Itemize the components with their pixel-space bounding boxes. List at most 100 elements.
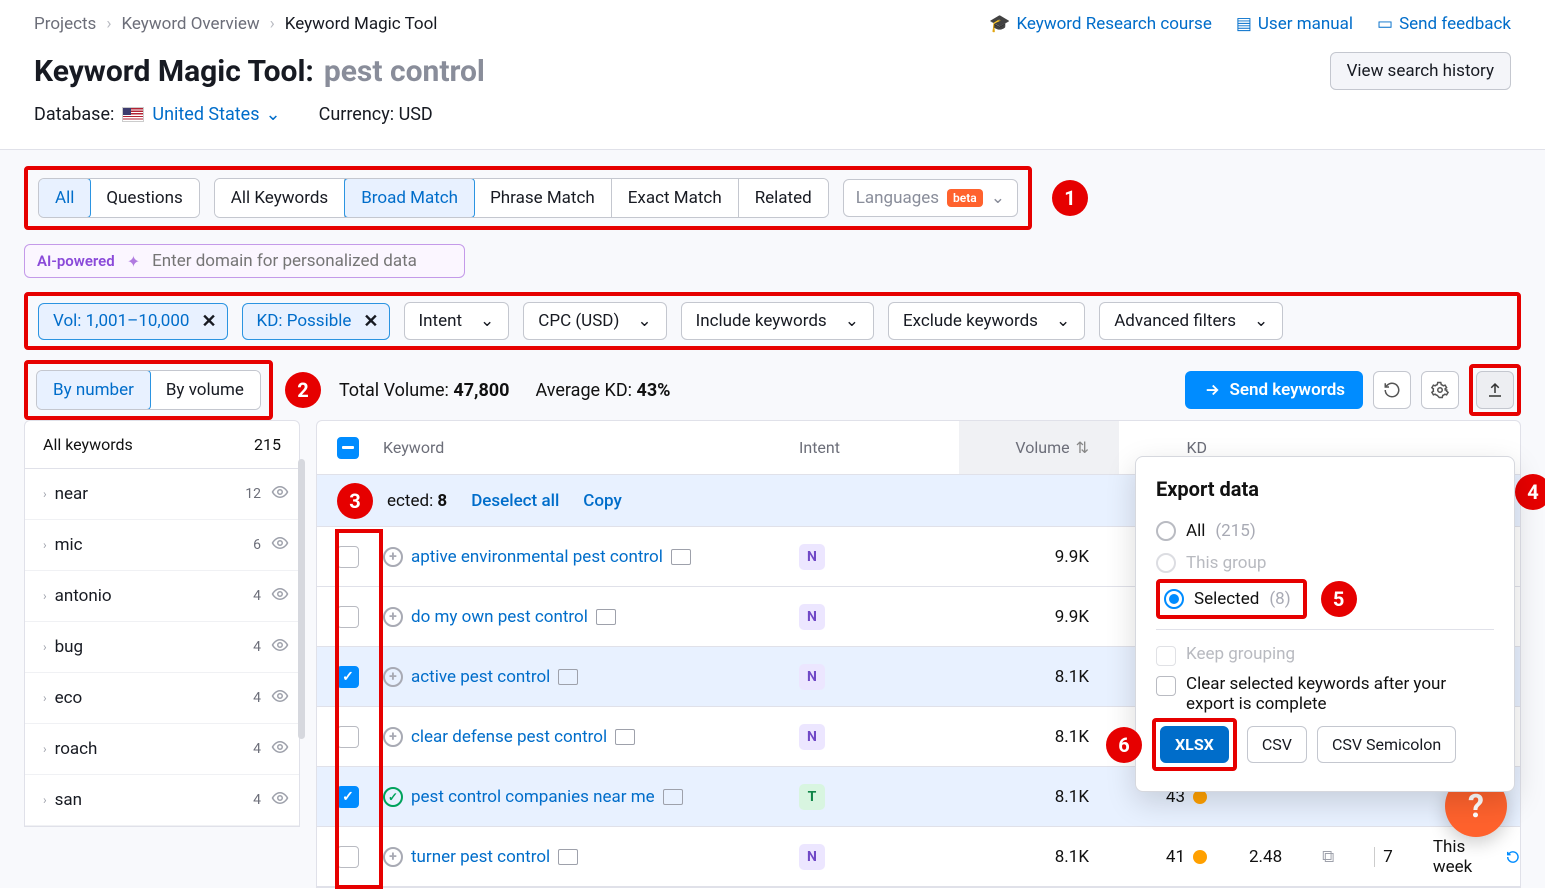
plus-circle-icon[interactable]: + [383, 727, 403, 747]
view-search-history-button[interactable]: View search history [1330, 52, 1511, 90]
copy-link[interactable]: Copy [583, 491, 622, 511]
book-icon: ▤ [1236, 14, 1252, 34]
settings-button[interactable] [1421, 371, 1459, 409]
eye-icon[interactable] [271, 687, 289, 709]
serp-icon[interactable] [663, 789, 683, 805]
tab-all-keywords[interactable]: All Keywords [215, 179, 345, 217]
database-selector[interactable]: Database: United States ⌄ [34, 104, 281, 125]
keyword-link[interactable]: clear defense pest control [411, 727, 607, 747]
row-checkbox[interactable] [337, 846, 359, 868]
eye-icon[interactable] [271, 534, 289, 556]
keyword-link[interactable]: turner pest control [411, 847, 550, 867]
serp-icon[interactable] [558, 669, 578, 685]
ai-domain-input[interactable]: AI-powered ✦ [24, 244, 465, 278]
crumb-keyword-overview[interactable]: Keyword Overview [121, 14, 259, 34]
export-xlsx-button[interactable]: XLSX [1160, 726, 1229, 763]
tab-exact-match[interactable]: Exact Match [612, 179, 739, 217]
serp-icon[interactable] [558, 849, 578, 865]
keyword-link[interactable]: pest control companies near me [411, 787, 655, 807]
plus-circle-icon[interactable]: + [383, 847, 403, 867]
eye-icon[interactable] [271, 483, 289, 505]
sidebar-item[interactable]: › near 12 [25, 469, 299, 520]
plus-circle-icon[interactable]: + [383, 607, 403, 627]
serp-link-icon[interactable]: ⧉ [1322, 847, 1334, 867]
filter-bar: Vol: 1,001–10,000✕ KD: Possible✕ Intent⌄… [24, 292, 1521, 350]
languages-dropdown[interactable]: Languages beta ⌄ [843, 179, 1018, 217]
plus-circle-icon[interactable]: + [383, 547, 403, 567]
gear-icon [1431, 381, 1449, 399]
serp-icon[interactable] [615, 729, 635, 745]
row-checkbox[interactable] [337, 546, 359, 568]
sidebar-item-count: 4 [253, 690, 261, 706]
link-user-manual[interactable]: ▤User manual [1236, 14, 1353, 34]
col-kd[interactable]: KD [1119, 438, 1219, 457]
sort-by-number[interactable]: By number [36, 370, 151, 410]
sidebar-item[interactable]: › mic 6 [25, 520, 299, 571]
tab-questions[interactable]: Questions [90, 179, 198, 217]
row-checkbox[interactable]: ✓ [337, 786, 359, 808]
eye-icon[interactable] [271, 738, 289, 760]
chevron-down-icon: ⌄ [1056, 311, 1070, 331]
filter-include[interactable]: Include keywords⌄ [681, 302, 874, 340]
deselect-all-link[interactable]: Deselect all [471, 491, 559, 511]
filter-exclude[interactable]: Exclude keywords⌄ [888, 302, 1085, 340]
link-send-feedback[interactable]: ▭Send feedback [1377, 14, 1511, 34]
eye-icon[interactable] [271, 789, 289, 811]
row-checkbox[interactable]: ✓ [337, 666, 359, 688]
row-checkbox[interactable] [337, 606, 359, 628]
export-csv-button[interactable]: CSV [1247, 726, 1307, 763]
link-research-course[interactable]: 🎓Keyword Research course [989, 14, 1212, 34]
col-volume[interactable]: Volume ⇅ [959, 421, 1119, 474]
sidebar-item-label: roach [55, 739, 254, 759]
send-keywords-button[interactable]: Send keywords [1185, 371, 1363, 409]
crumb-keyword-magic-tool: Keyword Magic Tool [285, 14, 438, 34]
sort-by-volume[interactable]: By volume [150, 371, 260, 409]
intent-badge: N [799, 724, 825, 750]
close-icon[interactable]: ✕ [201, 311, 216, 332]
serp-icon[interactable] [596, 609, 616, 625]
export-option-selected[interactable]: Selected(8) [1164, 587, 1291, 611]
sidebar-item[interactable]: › antonio 4 [25, 571, 299, 622]
filter-advanced[interactable]: Advanced filters⌄ [1099, 302, 1283, 340]
tab-related[interactable]: Related [739, 179, 828, 217]
row-checkbox[interactable] [337, 726, 359, 748]
sidebar-item[interactable]: › bug 4 [25, 622, 299, 673]
currency-display: Currency: USD [319, 104, 433, 125]
keyword-link[interactable]: do my own pest control [411, 607, 588, 627]
sidebar-item-count: 4 [253, 741, 261, 757]
sidebar-item[interactable]: › roach 4 [25, 724, 299, 775]
filter-chip-kd[interactable]: KD: Possible✕ [242, 303, 390, 340]
col-keyword[interactable]: Keyword [379, 438, 799, 457]
sidebar-item[interactable]: › san 4 [25, 775, 299, 826]
plus-circle-icon[interactable]: + [383, 667, 403, 687]
sort-desc-icon: ⇅ [1076, 438, 1089, 457]
col-intent[interactable]: Intent [799, 438, 959, 457]
volume-value: 8.1K [959, 847, 1119, 867]
refresh-icon[interactable] [1506, 849, 1520, 865]
domain-input[interactable] [152, 251, 452, 271]
keyword-link[interactable]: active pest control [411, 667, 550, 687]
serp-icon[interactable] [671, 549, 691, 565]
sidebar-item[interactable]: › eco 4 [25, 673, 299, 724]
select-all-checkbox[interactable] [337, 437, 359, 459]
keyword-link[interactable]: aptive environmental pest control [411, 547, 663, 567]
export-button[interactable] [1476, 371, 1514, 409]
export-csv-semicolon-button[interactable]: CSV Semicolon [1317, 726, 1456, 763]
tab-broad-match[interactable]: Broad Match [344, 178, 475, 218]
chevron-right-icon: › [43, 589, 47, 603]
crumb-projects[interactable]: Projects [34, 14, 96, 34]
filter-cpc[interactable]: CPC (USD)⌄ [523, 302, 666, 340]
table-row: + turner pest control N 8.1K 41 2.48 ⧉ 7… [317, 827, 1520, 887]
eye-icon[interactable] [271, 585, 289, 607]
eye-icon[interactable] [271, 636, 289, 658]
refresh-button[interactable] [1373, 371, 1411, 409]
tab-all[interactable]: All [38, 178, 91, 218]
tab-phrase-match[interactable]: Phrase Match [474, 179, 612, 217]
sidebar-item-count: 4 [253, 588, 261, 604]
tab-all-questions: All Questions [38, 178, 200, 218]
export-option-all[interactable]: All(215) [1156, 515, 1494, 547]
filter-intent[interactable]: Intent⌄ [404, 302, 510, 340]
close-icon[interactable]: ✕ [363, 311, 378, 332]
clear-after-export-checkbox[interactable]: Clear selected keywords after your expor… [1156, 670, 1494, 718]
filter-chip-volume[interactable]: Vol: 1,001–10,000✕ [38, 303, 228, 340]
